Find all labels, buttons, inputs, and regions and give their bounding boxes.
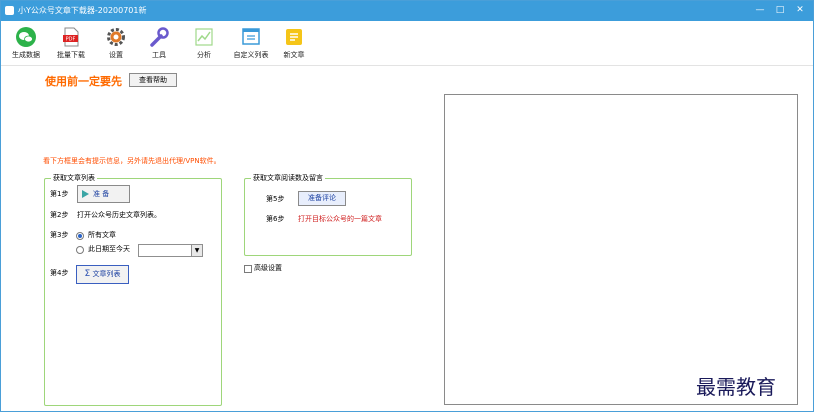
wrench-icon [150,27,169,47]
step2-label: 第2步 [50,211,69,219]
prepare-button-label: 准 备 [93,190,110,198]
wechat-icon [16,27,36,47]
toolbar-label: 批量下载 [57,51,85,59]
article-list-button[interactable]: Σ 文章列表 [76,265,129,284]
step1-label: 第1步 [50,190,69,198]
step6-label: 第6步 [266,215,285,223]
chevron-down-icon[interactable]: ▼ [191,245,202,256]
date-picker[interactable]: ▼ [138,244,203,257]
watermark: 最需教育 [696,375,776,399]
radio-since-date[interactable] [76,246,84,254]
sigma-icon: Σ [84,269,91,279]
group-title: 获取文章列表 [51,173,97,183]
chart-icon [195,28,213,46]
step6-text: 打开目标公众号的一篇文章 [298,215,382,223]
toolbar-label: 生成数据 [12,51,40,59]
window-title: 小Y公众号文章下载器-20200701新 [18,6,147,15]
toolbar-batch-download[interactable]: PDF 批量下载 [46,24,96,64]
advanced-settings-label: 高级设置 [254,264,282,272]
advanced-settings-checkbox[interactable] [244,265,252,273]
toolbar-label: 新文章 [283,51,305,59]
radio-date-label: 此日期至今天 [88,245,130,253]
gear-icon [107,28,125,46]
usage-tip: 使用前一定要先 [45,75,122,88]
new-article-icon [286,29,302,45]
play-icon [82,190,89,198]
group-title: 获取文章阅读数及留言 [251,173,325,183]
list-window-icon [242,28,260,45]
app-window: 小Y公众号文章下载器-20200701新 — □ ✕ 生成数据 PDF 批量下载 [0,0,814,412]
article-list-button-label: 文章列表 [92,270,121,278]
radio-all-articles[interactable] [76,232,84,240]
close-button[interactable]: ✕ [793,5,807,16]
toolbar: 生成数据 PDF 批量下载 设置 工具 分析 自定义列表 新文章 [1,21,813,66]
toolbar-generate-data[interactable]: 生成数据 [1,24,51,64]
log-output-panel[interactable] [444,94,798,405]
toolbar-label: 工具 [152,51,166,59]
step4-label: 第4步 [50,269,69,277]
pdf-icon: PDF [63,27,79,47]
toolbar-label: 分析 [197,51,211,59]
app-icon [5,6,14,15]
prepare-button[interactable]: 准 备 [77,185,130,203]
minimize-button[interactable]: — [753,5,767,16]
radio-all-label: 所有文章 [88,231,116,239]
title-bar: 小Y公众号文章下载器-20200701新 — □ ✕ [1,1,813,21]
toolbar-tools[interactable]: 工具 [134,24,184,64]
step2-text: 打开公众号历史文章列表。 [77,211,161,219]
notice-text: 看下方框里会有提示信息，另外请先退出代理/VPN软件。 [43,157,221,165]
step5-label: 第5步 [266,195,285,203]
step3-label: 第3步 [50,231,69,239]
prepare-comments-button[interactable]: 准备评论 [298,191,346,206]
toolbar-new-article[interactable]: 新文章 [269,24,319,64]
toolbar-analysis[interactable]: 分析 [179,24,229,64]
maximize-button[interactable]: □ [773,5,787,16]
view-help-button[interactable]: 查看帮助 [129,73,177,87]
svg-text:PDF: PDF [66,37,76,43]
